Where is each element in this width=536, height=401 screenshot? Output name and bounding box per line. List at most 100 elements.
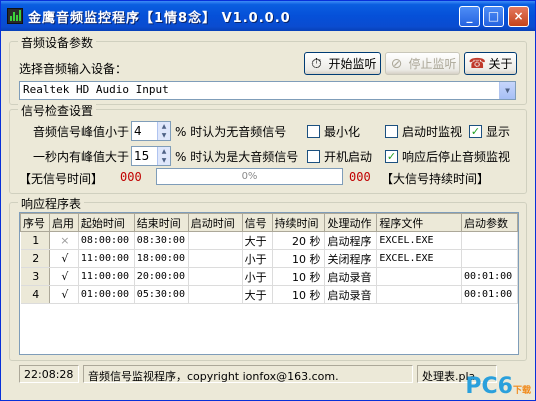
signal-cell[interactable]: 大于	[242, 285, 273, 304]
signal-group-title: 信号检查设置	[18, 102, 97, 119]
column-header[interactable]: 序号	[20, 213, 50, 232]
no-signal-label: 【无信号时间】	[19, 172, 104, 186]
start-time-cell[interactable]: 11:00:00	[78, 249, 135, 268]
program-file-cell[interactable]	[376, 267, 462, 286]
minimize-button[interactable]: _	[459, 6, 480, 27]
checkbox-box[interactable]	[385, 125, 398, 138]
action-cell[interactable]: 启动录音	[324, 285, 378, 304]
device-select[interactable]: Realtek HD Audio Input ▼	[19, 81, 516, 100]
chevron-down-icon[interactable]: ▼	[499, 82, 515, 99]
device-select-value: Realtek HD Audio Input	[23, 83, 169, 96]
program-file-cell[interactable]	[376, 285, 462, 304]
program-file-cell[interactable]: EXCEL.EXE	[376, 249, 462, 268]
title-bar[interactable]: 金鹰音频监控程序【1情8念】 V1.0.0.0 _ □ ×	[1, 1, 535, 31]
start-time-cell[interactable]: 01:00:00	[78, 285, 135, 304]
spin-down-icon[interactable]: ▼	[157, 131, 170, 140]
window-title: 金鹰音频监控程序【1情8念】 V1.0.0.0	[28, 11, 291, 26]
show-checkbox[interactable]: ✓ 显示	[469, 123, 510, 140]
duration-cell[interactable]: 10 秒	[272, 249, 326, 268]
about-button[interactable]: ☎ 关于	[464, 52, 517, 75]
autostart-checkbox[interactable]: 开机启动	[307, 148, 372, 165]
no-entry-icon: ⊘	[390, 55, 403, 72]
stop-listen-label: 停止监听	[408, 57, 457, 71]
close-button[interactable]: ×	[508, 6, 529, 27]
enabled-cell[interactable]: √	[49, 267, 79, 286]
start-time-cell[interactable]: 08:00:00	[78, 231, 135, 250]
row-index: 1	[20, 231, 50, 250]
count-label: 一秒内有峰值大于	[33, 150, 130, 164]
signal-progress-bar: 0%	[156, 168, 343, 185]
column-header[interactable]: 信号	[241, 213, 273, 232]
column-header[interactable]: 起始时间	[77, 213, 135, 232]
checkbox-box-checked[interactable]: ✓	[385, 150, 398, 163]
signal-cell[interactable]: 小于	[242, 267, 273, 286]
signal-cell[interactable]: 小于	[242, 249, 273, 268]
param-cell[interactable]: 00:01:00	[461, 267, 518, 286]
launch-time-cell[interactable]	[188, 231, 243, 250]
big-threshold-value: 15	[134, 149, 150, 163]
minimize-checkbox[interactable]: 最小化	[307, 123, 360, 140]
checkbox-box-checked[interactable]: ✓	[469, 125, 482, 138]
param-cell[interactable]	[461, 249, 518, 268]
column-header[interactable]: 处理动作	[324, 213, 378, 232]
column-header[interactable]: 启用	[48, 213, 79, 232]
row-index: 2	[20, 249, 50, 268]
big-signal-counter: 000	[349, 170, 371, 184]
stop-after-response-checkbox[interactable]: ✓ 响应后停止音频监视	[385, 148, 510, 165]
column-header[interactable]: 结束时间	[133, 213, 189, 232]
launch-time-cell[interactable]	[188, 267, 243, 286]
action-cell[interactable]: 启动程序	[324, 231, 378, 250]
end-time-cell[interactable]: 05:30:00	[134, 285, 189, 304]
spin-down-icon[interactable]: ▼	[157, 156, 170, 165]
start-listen-label: 开始监听	[328, 57, 377, 71]
column-header[interactable]: 启动参数	[461, 213, 518, 232]
program-file-cell[interactable]: EXCEL.EXE	[376, 231, 462, 250]
device-select-label: 选择音频输入设备：	[19, 62, 128, 76]
column-header[interactable]: 持续时间	[271, 213, 326, 232]
maximize-button[interactable]: □	[483, 6, 504, 27]
checkbox-box[interactable]	[307, 125, 320, 138]
status-time: 22:08:28	[19, 365, 79, 383]
checkbox-box[interactable]	[307, 150, 320, 163]
peak-threshold-spinner[interactable]: 4 ▲ ▼	[131, 121, 171, 141]
end-time-cell[interactable]: 20:00:00	[134, 267, 189, 286]
phone-icon: ☎	[468, 55, 486, 72]
table-header-row: 序号 启用 起始时间 结束时间 启动时间 信号 持续时间 处理动作 程序文件 启…	[20, 213, 518, 232]
table-row[interactable]: 3 √ 11:00:00 20:00:00 小于 10 秒 启动录音 00:01…	[20, 267, 518, 286]
no-signal-counter: 000	[120, 170, 142, 184]
enabled-cell[interactable]: √	[49, 249, 79, 268]
column-header[interactable]: 启动时间	[187, 213, 243, 232]
end-time-cell[interactable]: 18:00:00	[134, 249, 189, 268]
start-listen-button[interactable]: ⏱ 开始监听	[304, 52, 381, 75]
duration-cell[interactable]: 10 秒	[272, 285, 326, 304]
param-cell[interactable]: 00:01:00	[461, 285, 518, 304]
count-suffix: % 时认为是大音频信号	[175, 150, 299, 164]
signal-cell[interactable]: 大于	[242, 231, 273, 250]
response-group-title: 响应程序表	[18, 195, 85, 212]
enabled-cell[interactable]: ×	[49, 231, 79, 250]
duration-cell[interactable]: 10 秒	[272, 267, 326, 286]
table-row[interactable]: 1 × 08:00:00 08:30:00 大于 20 秒 启动程序 EXCEL…	[20, 231, 518, 250]
monitor-on-start-checkbox[interactable]: 启动时监视	[385, 123, 462, 140]
big-threshold-spinner[interactable]: 15 ▲ ▼	[131, 146, 171, 166]
response-table[interactable]: 序号 启用 起始时间 结束时间 启动时间 信号 持续时间 处理动作 程序文件 启…	[19, 212, 519, 355]
action-cell[interactable]: 启动录音	[324, 267, 378, 286]
device-group-title: 音频设备参数	[18, 34, 97, 51]
peak-label: 音频信号峰值小于	[33, 125, 130, 139]
duration-cell[interactable]: 20 秒	[272, 231, 326, 250]
param-cell[interactable]	[461, 231, 518, 250]
table-row[interactable]: 2 √ 11:00:00 18:00:00 小于 10 秒 关闭程序 EXCEL…	[20, 249, 518, 268]
spin-up-icon[interactable]: ▲	[157, 147, 170, 156]
start-time-cell[interactable]: 11:00:00	[78, 267, 135, 286]
end-time-cell[interactable]: 08:30:00	[134, 231, 189, 250]
action-cell[interactable]: 关闭程序	[324, 249, 378, 268]
launch-time-cell[interactable]	[188, 285, 243, 304]
column-header[interactable]: 程序文件	[376, 213, 462, 232]
stop-listen-button[interactable]: ⊘ 停止监听	[385, 52, 460, 75]
spin-up-icon[interactable]: ▲	[157, 122, 170, 131]
table-row[interactable]: 4 √ 01:00:00 05:30:00 大于 10 秒 启动录音 00:01…	[20, 285, 518, 304]
launch-time-cell[interactable]	[188, 249, 243, 268]
enabled-cell[interactable]: √	[49, 285, 79, 304]
stop-after-response-label: 响应后停止音频监视	[402, 150, 511, 164]
status-message: 音频信号监视程序，copyright ionfox@163.com.	[83, 365, 413, 383]
